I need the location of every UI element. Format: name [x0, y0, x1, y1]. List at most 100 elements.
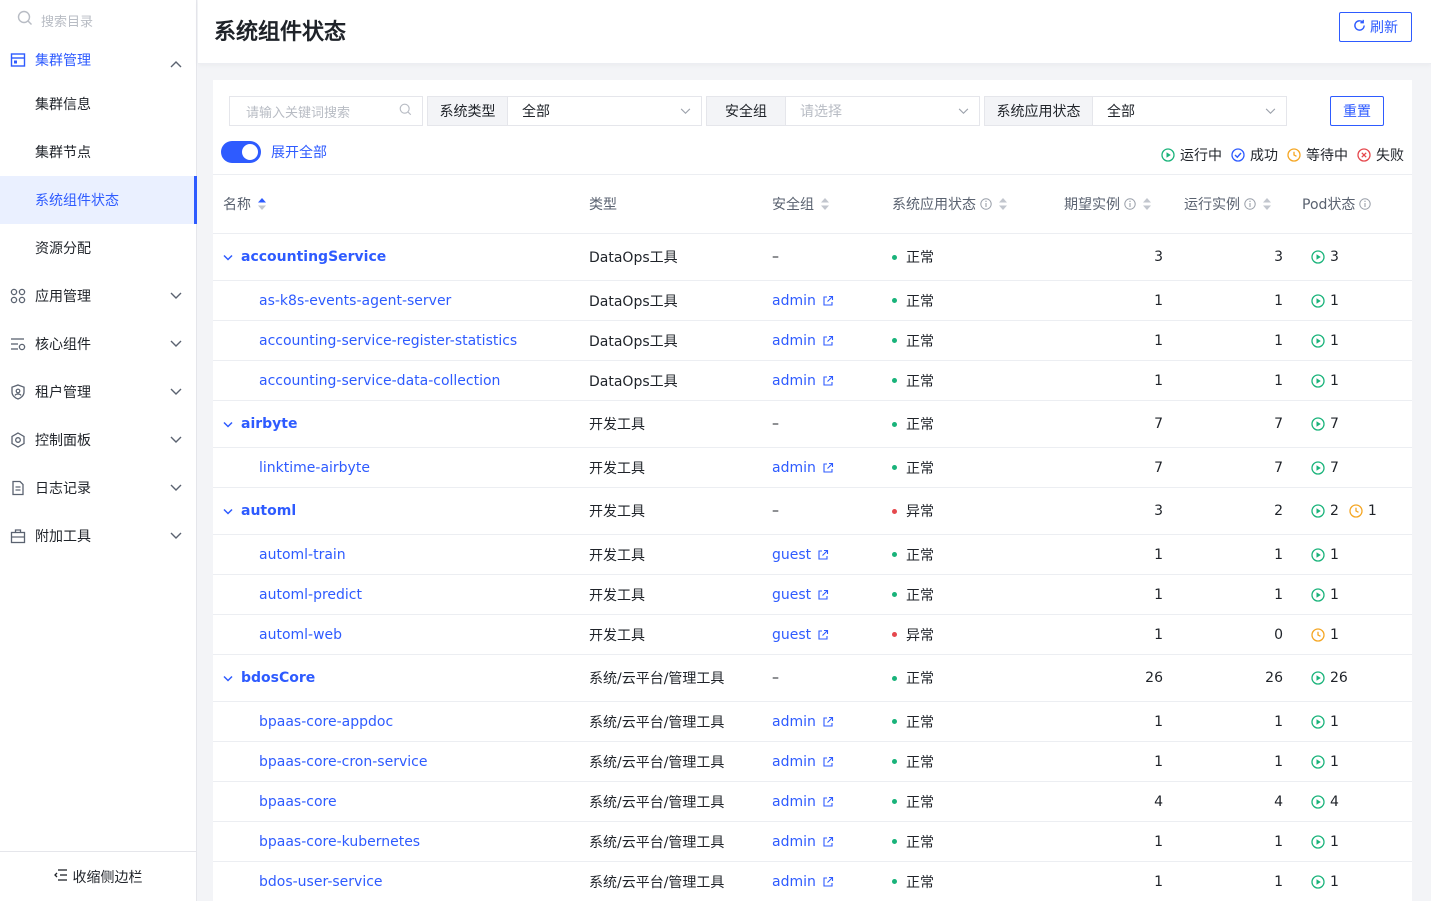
- sidebar-item-label: 集群节点: [35, 145, 91, 161]
- refresh-button[interactable]: 刷新: [1339, 12, 1412, 42]
- collapse-caret-icon[interactable]: [223, 675, 233, 682]
- legend-success-label: 成功: [1250, 148, 1278, 164]
- col-running-instances[interactable]: 运行实例: [1184, 175, 1272, 233]
- component-name[interactable]: accountingService: [223, 234, 386, 280]
- col-expected-instances[interactable]: 期望实例: [1064, 175, 1152, 233]
- security-group-text: admin: [772, 753, 816, 770]
- security-group-link[interactable]: admin: [772, 702, 834, 741]
- running-icon: [1161, 148, 1175, 162]
- pod-status-running: 3: [1311, 249, 1339, 265]
- security-group-text: admin: [772, 833, 816, 850]
- collapse-caret-icon[interactable]: [223, 254, 233, 261]
- sidebar-group-core-components[interactable]: 核心组件: [0, 320, 196, 368]
- component-name[interactable]: automl-train: [259, 535, 346, 574]
- keyword-search-input[interactable]: 请输入关键词搜索: [229, 96, 423, 126]
- security-group-link[interactable]: admin: [772, 862, 834, 901]
- table-row: accounting-service-register-statistics Da…: [213, 321, 1412, 361]
- sidebar-group-cluster[interactable]: 集群管理: [0, 40, 196, 80]
- running-icon: [1311, 293, 1325, 308]
- component-name-text: automl-web: [259, 626, 343, 643]
- sidebar-search-placeholder: 搜索目录: [41, 14, 94, 30]
- component-name[interactable]: automl: [223, 488, 296, 534]
- component-name[interactable]: bpaas-core: [259, 782, 337, 821]
- component-type: 系统/云平台/管理工具: [589, 714, 725, 731]
- security-group-link[interactable]: guest: [772, 535, 829, 574]
- expand-all-toggle[interactable]: [221, 141, 261, 163]
- component-name[interactable]: linktime-airbyte: [259, 448, 370, 487]
- sidebar-item-resource-allocation[interactable]: 资源分配: [0, 224, 196, 272]
- running-instances: 1: [1274, 546, 1283, 563]
- sidebar-group-settings-gear[interactable]: 控制面板: [0, 416, 196, 464]
- security-group-link[interactable]: admin: [772, 281, 834, 320]
- security-group-link[interactable]: admin: [772, 782, 834, 821]
- component-name[interactable]: bdos-user-service: [259, 862, 383, 901]
- security-group-text: admin: [772, 873, 816, 890]
- component-name[interactable]: airbyte: [223, 401, 298, 447]
- security-group-link[interactable]: admin: [772, 822, 834, 861]
- chevron-down-icon: [170, 480, 182, 496]
- sidebar-group-tenant-shield[interactable]: 租户管理: [0, 368, 196, 416]
- running-icon: [1311, 373, 1325, 388]
- component-name[interactable]: accounting-service-data-collection: [259, 361, 500, 400]
- component-name-text: accounting-service-register-statistics: [259, 332, 518, 349]
- component-name[interactable]: bpaas-core-appdoc: [259, 702, 393, 741]
- collapse-sidebar-button[interactable]: 收缩侧边栏: [0, 851, 196, 901]
- component-name[interactable]: bpaas-core-kubernetes: [259, 822, 420, 861]
- sidebar-item-cluster-nodes[interactable]: 集群节点: [0, 128, 196, 176]
- col-app-status[interactable]: 系统应用状态: [892, 175, 1008, 233]
- collapse-icon: [53, 868, 68, 885]
- legend-running: 运行中: [1161, 145, 1222, 165]
- component-name[interactable]: accounting-service-register-statistics: [259, 321, 517, 360]
- chevron-down-icon: [958, 103, 969, 119]
- pod-status-running: 1: [1311, 547, 1339, 563]
- pod-status-pending: 1: [1311, 627, 1339, 643]
- security-group-link[interactable]: admin: [772, 448, 834, 487]
- col-security-group[interactable]: 安全组: [772, 175, 830, 233]
- component-name[interactable]: automl-web: [259, 615, 342, 654]
- component-name[interactable]: as-k8s-events-agent-server: [259, 281, 451, 320]
- sidebar-item-component-status[interactable]: 系统组件状态: [0, 176, 197, 224]
- col-expected-label: 期望实例: [1064, 197, 1120, 213]
- app-status-text: 正常: [906, 547, 934, 564]
- page-title: 系统组件状态: [214, 20, 347, 45]
- component-name[interactable]: bpaas-core-cron-service: [259, 742, 427, 781]
- keyword-search-placeholder: 请输入关键词搜索: [246, 105, 351, 121]
- running-icon: [1311, 333, 1325, 348]
- legend-failed: 失败: [1357, 145, 1404, 165]
- sidebar-group-log-document[interactable]: 日志记录: [0, 464, 196, 512]
- pod-count: 1: [1330, 713, 1339, 730]
- collapse-caret-icon[interactable]: [223, 508, 233, 515]
- pod-status-running: 7: [1311, 416, 1339, 432]
- security-group-select[interactable]: 请选择: [786, 97, 979, 125]
- col-name[interactable]: 名称: [223, 175, 267, 233]
- col-type: 类型: [589, 175, 617, 233]
- app-status: 正常: [892, 862, 934, 901]
- pod-status-running: 1: [1311, 714, 1339, 730]
- component-name[interactable]: automl-predict: [259, 575, 362, 614]
- sidebar-group-toolbox[interactable]: 附加工具: [0, 512, 196, 560]
- sidebar-item-cluster-info[interactable]: 集群信息: [0, 80, 196, 128]
- sidebar-group-apps[interactable]: 应用管理: [0, 272, 196, 320]
- external-link-icon: [822, 756, 834, 768]
- status-dot: [892, 675, 897, 681]
- collapse-caret-icon[interactable]: [223, 421, 233, 428]
- col-type-label: 类型: [589, 197, 617, 213]
- security-group-link[interactable]: admin: [772, 321, 834, 360]
- security-group-link[interactable]: guest: [772, 615, 829, 654]
- component-name-text: airbyte: [241, 416, 298, 432]
- app-status-select[interactable]: 全部: [1093, 97, 1286, 125]
- running-icon: [1311, 834, 1325, 849]
- pod-status-running: 1: [1311, 293, 1339, 309]
- running-icon: [1311, 460, 1325, 475]
- security-group-link[interactable]: admin: [772, 361, 834, 400]
- sidebar-search[interactable]: 搜索目录: [0, 0, 196, 40]
- pod-status: 21: [1311, 488, 1387, 534]
- security-group-link[interactable]: guest: [772, 575, 829, 614]
- system-type-select[interactable]: 全部: [508, 97, 701, 125]
- legend-pending: 等待中: [1287, 145, 1348, 165]
- pending-clock-icon: [1287, 148, 1301, 162]
- component-name[interactable]: bdosCore: [223, 655, 315, 701]
- app-status: 正常: [892, 361, 934, 400]
- security-group-link[interactable]: admin: [772, 742, 834, 781]
- reset-button[interactable]: 重置: [1330, 96, 1384, 126]
